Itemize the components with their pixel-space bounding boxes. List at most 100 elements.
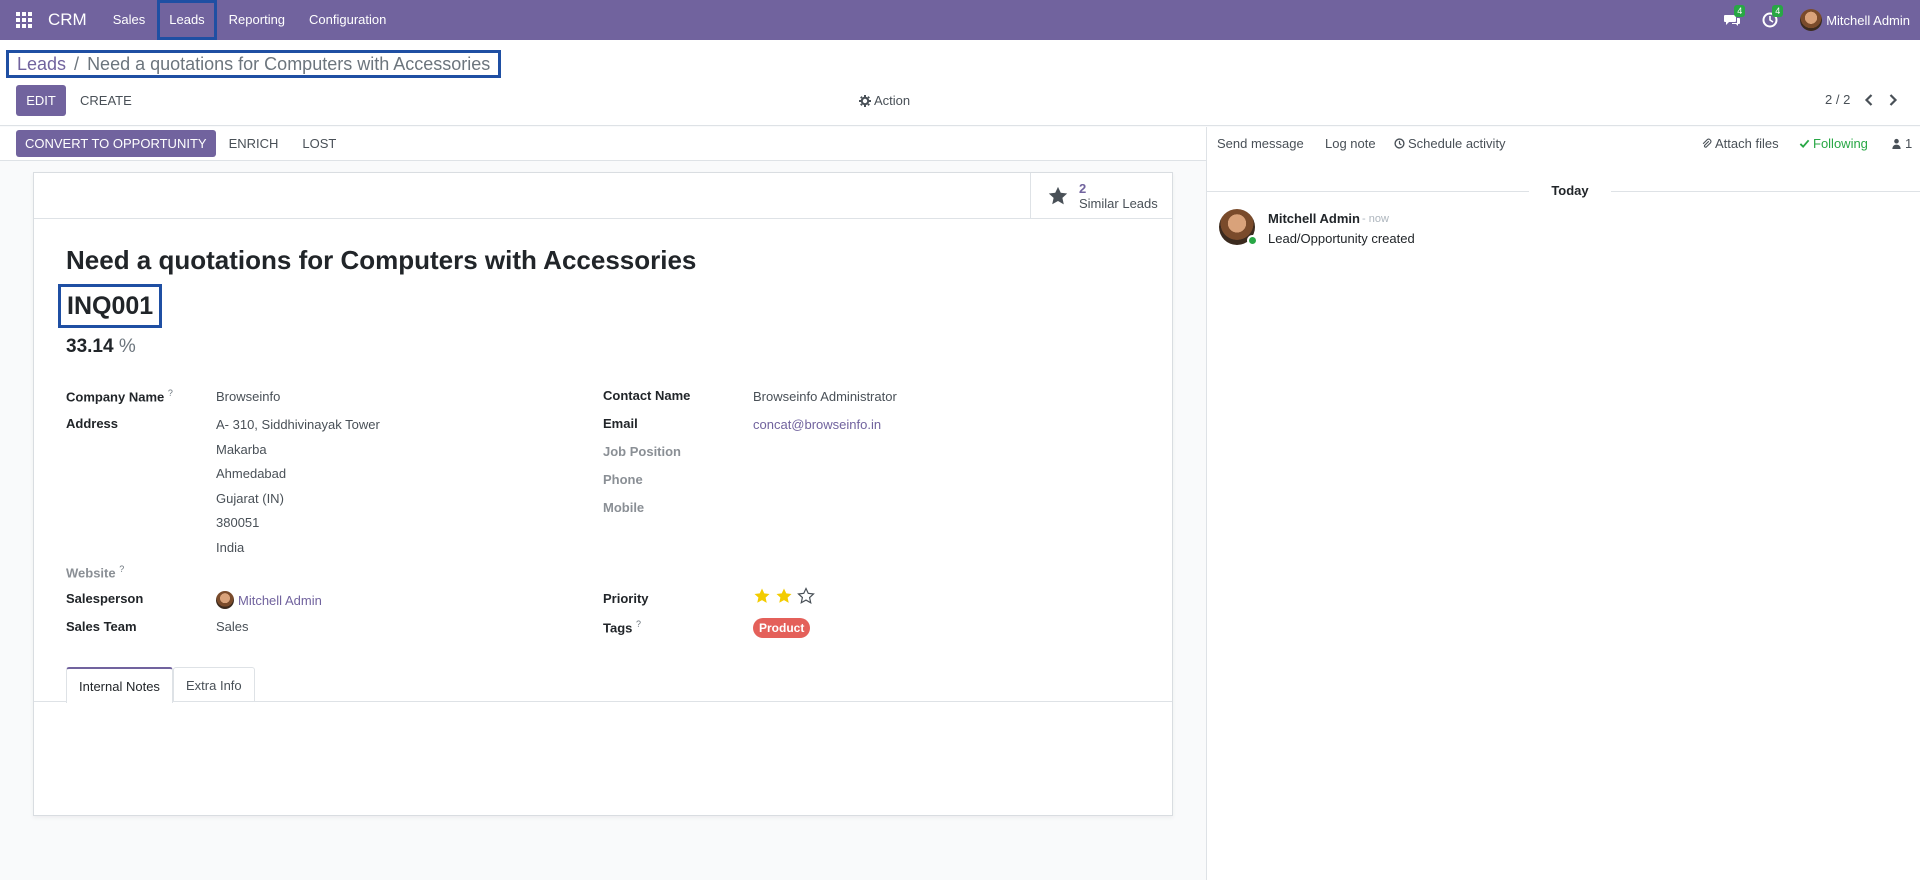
sales-team-label: Sales Team bbox=[66, 619, 137, 634]
tab-extra-info[interactable]: Extra Info bbox=[173, 667, 255, 702]
activities-systray[interactable]: 4 bbox=[1762, 5, 1784, 28]
form-sheet: 2 Similar Leads Need a quotations for Co… bbox=[33, 172, 1173, 816]
menu-sales[interactable]: Sales bbox=[101, 0, 158, 40]
website-label: Website ? bbox=[66, 564, 125, 581]
app-name[interactable]: CRM bbox=[48, 10, 101, 30]
user-avatar bbox=[1800, 9, 1823, 31]
tab-internal-notes[interactable]: Internal Notes bbox=[66, 667, 173, 703]
schedule-activity-label: Schedule activity bbox=[1408, 136, 1506, 151]
probability-unit: % bbox=[118, 336, 136, 357]
job-position-label: Job Position bbox=[603, 444, 681, 459]
menu-reporting[interactable]: Reporting bbox=[217, 0, 297, 40]
chatter-topbar: Send message Log note Schedule activity … bbox=[1207, 127, 1920, 161]
messages-systray[interactable]: 4 bbox=[1724, 5, 1746, 28]
star-empty-icon[interactable] bbox=[797, 587, 815, 605]
message-time: - now bbox=[1362, 213, 1389, 225]
salesperson-avatar bbox=[216, 591, 234, 609]
lost-button[interactable]: LOST bbox=[302, 136, 336, 151]
address-street[interactable]: A- 310, Siddhivinayak Tower bbox=[216, 417, 380, 432]
following-button[interactable]: Following bbox=[1799, 136, 1868, 151]
lead-reference[interactable]: INQ001 bbox=[58, 284, 163, 328]
send-message-button[interactable]: Send message bbox=[1217, 136, 1304, 151]
log-note-button[interactable]: Log note bbox=[1325, 136, 1376, 151]
chatter-panel: Send message Log note Schedule activity … bbox=[1206, 127, 1920, 880]
mobile-label: Mobile bbox=[603, 500, 645, 515]
breadcrumb-current: Need a quotations for Computers with Acc… bbox=[87, 53, 491, 74]
salesperson-name[interactable]: Mitchell Admin bbox=[238, 593, 322, 608]
similar-leads-count: 2 bbox=[1079, 181, 1087, 196]
chevron-left-icon[interactable] bbox=[1864, 93, 1874, 106]
star-filled-icon[interactable] bbox=[753, 587, 771, 605]
similar-leads-button[interactable]: 2 Similar Leads bbox=[1030, 173, 1172, 219]
sales-team-value[interactable]: Sales bbox=[216, 619, 249, 634]
clock-icon bbox=[1394, 138, 1405, 149]
button-box: 2 Similar Leads bbox=[34, 173, 1172, 219]
apps-menu-icon[interactable] bbox=[0, 0, 48, 40]
breadcrumb-separator: / bbox=[74, 53, 80, 74]
phone-label: Phone bbox=[603, 472, 643, 487]
followers-button[interactable]: 1 bbox=[1891, 136, 1912, 151]
lead-title[interactable]: Need a quotations for Computers with Acc… bbox=[66, 245, 696, 276]
convert-to-opportunity-button[interactable]: CONVERT TO OPPORTUNITY bbox=[16, 130, 216, 157]
user-menu[interactable]: Mitchell Admin bbox=[1800, 9, 1910, 31]
address-label: Address bbox=[66, 416, 119, 431]
notebook-tabs: Internal Notes Extra Info bbox=[34, 667, 1172, 703]
action-menu[interactable]: Action bbox=[859, 93, 910, 108]
salesperson-label: Salesperson bbox=[66, 591, 144, 606]
probability[interactable]: 33.14 % bbox=[66, 336, 136, 358]
pager-value[interactable]: 2 / 2 bbox=[1825, 92, 1850, 107]
date-separator: Today bbox=[1207, 183, 1920, 199]
create-button[interactable]: CREATE bbox=[80, 93, 132, 108]
paperclip-icon bbox=[1702, 138, 1712, 148]
attach-files-label: Attach files bbox=[1715, 136, 1779, 151]
following-label: Following bbox=[1813, 136, 1868, 151]
gear-icon bbox=[859, 94, 871, 107]
top-navbar: CRM Sales Leads Reporting Configuration … bbox=[0, 0, 1920, 40]
company-name-value[interactable]: Browseinfo bbox=[216, 389, 280, 404]
address-zip[interactable]: 380051 bbox=[216, 515, 259, 530]
priority-label: Priority bbox=[603, 591, 649, 606]
control-panel: Leads / Need a quotations for Computers … bbox=[0, 40, 1920, 126]
user-icon bbox=[1892, 138, 1901, 149]
contact-name-label: Contact Name bbox=[603, 388, 691, 403]
online-status-icon bbox=[1247, 235, 1258, 246]
activities-count-badge: 4 bbox=[1772, 5, 1784, 17]
pager: 2 / 2 bbox=[1825, 92, 1898, 107]
menu-leads[interactable]: Leads bbox=[157, 0, 217, 40]
menu-configuration[interactable]: Configuration bbox=[297, 0, 398, 40]
edit-button[interactable]: EDIT bbox=[16, 85, 66, 116]
schedule-activity-button[interactable]: Schedule activity bbox=[1394, 136, 1506, 151]
star-icon bbox=[1048, 186, 1068, 205]
star-filled-icon[interactable] bbox=[775, 587, 793, 605]
product-tag-badge[interactable]: Product bbox=[753, 618, 811, 638]
breadcrumb: Leads / Need a quotations for Computers … bbox=[6, 50, 502, 78]
separator-line-right bbox=[1611, 191, 1920, 192]
address-state[interactable]: Gujarat (IN) bbox=[216, 491, 284, 506]
email-value[interactable]: concat@browseinfo.in bbox=[753, 417, 881, 432]
action-label: Action bbox=[874, 93, 911, 108]
breadcrumb-leads-link[interactable]: Leads bbox=[17, 54, 66, 75]
attach-files-button[interactable]: Attach files bbox=[1701, 136, 1779, 151]
probability-value: 33.14 bbox=[66, 336, 114, 357]
salesperson-value[interactable]: Mitchell Admin bbox=[216, 591, 322, 609]
company-name-label: Company Name ? bbox=[66, 388, 173, 405]
enrich-button[interactable]: ENRICH bbox=[229, 136, 279, 151]
check-icon bbox=[1799, 139, 1810, 149]
contact-name-value[interactable]: Browseinfo Administrator bbox=[753, 389, 897, 404]
message-author[interactable]: Mitchell Admin bbox=[1268, 211, 1360, 226]
date-separator-label: Today bbox=[1551, 183, 1589, 198]
separator-line-left bbox=[1207, 191, 1529, 192]
followers-count: 1 bbox=[1905, 136, 1913, 151]
address-country[interactable]: India bbox=[216, 540, 244, 555]
user-name: Mitchell Admin bbox=[1826, 12, 1910, 28]
tags-label: Tags ? bbox=[603, 619, 642, 636]
address-street2[interactable]: Makarba bbox=[216, 442, 267, 457]
status-bar: CONVERT TO OPPORTUNITY ENRICH LOST bbox=[0, 127, 1206, 161]
address-city[interactable]: Ahmedabad bbox=[216, 466, 286, 481]
priority-widget[interactable] bbox=[753, 587, 815, 605]
chevron-right-icon[interactable] bbox=[1888, 93, 1898, 106]
message-body: Lead/Opportunity created bbox=[1268, 231, 1415, 246]
messages-count-badge: 4 bbox=[1734, 5, 1746, 17]
similar-leads-label: Similar Leads bbox=[1079, 196, 1158, 211]
email-label: Email bbox=[603, 416, 638, 431]
